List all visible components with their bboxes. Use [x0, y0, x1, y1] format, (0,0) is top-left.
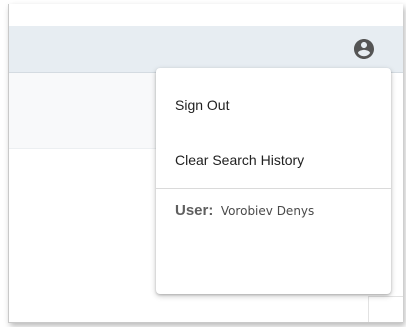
app-window: Sign Out Clear Search History User: Voro…	[8, 4, 403, 323]
account-button[interactable]	[349, 34, 379, 64]
account-dropdown-menu: Sign Out Clear Search History User: Voro…	[156, 68, 391, 294]
background-panel	[9, 73, 157, 149]
top-bar	[9, 26, 403, 73]
background-corner-box	[368, 296, 403, 322]
user-label: User:	[175, 202, 214, 219]
menu-divider	[156, 188, 391, 189]
clear-search-history-menu-item[interactable]: Clear Search History	[156, 140, 391, 180]
user-info: User: Vorobiev Denys	[175, 202, 314, 220]
sign-out-menu-item[interactable]: Sign Out	[156, 85, 391, 125]
account-circle-icon	[354, 39, 374, 59]
user-name: Vorobiev Denys	[220, 204, 315, 218]
